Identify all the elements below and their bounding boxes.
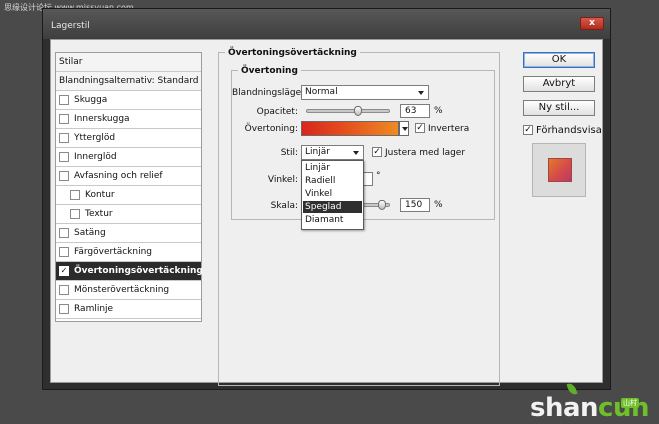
list-item-label: Ytterglöd xyxy=(74,133,116,143)
gradient-label: Övertoning: xyxy=(244,124,298,134)
list-item-label: Mönsterövertäckning xyxy=(74,285,170,295)
reverse-label: Invertera xyxy=(428,124,470,134)
gradient-overlay-group: Övertoningsövertäckning Övertoning Bland… xyxy=(218,48,500,386)
close-button[interactable]: x xyxy=(580,17,604,30)
list-item-ramlinje[interactable]: Ramlinje xyxy=(56,300,201,319)
list-item-label: Kontur xyxy=(85,190,115,200)
style-option-speglad[interactable]: Speglad xyxy=(303,201,362,213)
opacity-input[interactable]: 63 xyxy=(400,104,430,118)
list-item-label: Satäng xyxy=(74,228,106,238)
dialog-title: Lagerstil xyxy=(51,21,90,31)
checkbox[interactable] xyxy=(59,171,69,181)
list-item-label: Färgövertäckning xyxy=(74,247,153,257)
list-item-overtoningsovertackning[interactable]: ✓ Övertoningsövertäckning xyxy=(56,262,203,281)
list-item-label: Skugga xyxy=(74,95,108,105)
checkbox[interactable] xyxy=(59,304,69,314)
list-header-label: Stilar xyxy=(59,57,83,67)
style-option-linjar[interactable]: Linjär xyxy=(303,162,362,174)
preview-swatch xyxy=(548,158,572,182)
style-option-vinkel[interactable]: Vinkel xyxy=(303,188,362,200)
dialog-client: Stilar Blandningsalternativ: Standard Sk… xyxy=(50,39,603,386)
checkbox[interactable] xyxy=(59,285,69,295)
align-checkbox[interactable]: ✓ xyxy=(372,147,382,157)
angle-unit: ° xyxy=(376,171,381,181)
ok-button[interactable]: OK xyxy=(523,52,595,68)
preview-label: Förhandsvisa xyxy=(536,125,602,136)
group-title: Övertoningsövertäckning xyxy=(225,48,360,58)
chevron-down-icon xyxy=(418,91,424,95)
scale-label: Skala: xyxy=(270,201,298,211)
logo-subtext: 山村 xyxy=(621,398,639,408)
opacity-label: Opacitet: xyxy=(256,107,298,117)
list-item-label: Textur xyxy=(85,209,113,219)
preview-checkbox[interactable]: ✓ xyxy=(523,125,533,135)
style-label: Stil: xyxy=(280,148,298,158)
list-item-monsterovertackning[interactable]: Mönsterövertäckning xyxy=(56,281,201,300)
gradient-subgroup: Övertoning Blandningsläge: Normal Opacit… xyxy=(231,66,495,230)
style-select[interactable]: Linjär xyxy=(301,145,364,160)
checkbox[interactable] xyxy=(59,247,69,257)
styles-list: Stilar Blandningsalternativ: Standard Sk… xyxy=(55,52,203,322)
list-item-label: Innerskugga xyxy=(74,114,130,124)
close-icon: x xyxy=(589,18,595,28)
checkbox[interactable] xyxy=(59,228,69,238)
style-dropdown-list: Linjär Radiell Vinkel Speglad Diamant xyxy=(301,160,364,230)
gradient-preview[interactable] xyxy=(301,121,399,136)
angle-label: Vinkel: xyxy=(267,175,298,185)
checkbox[interactable] xyxy=(70,190,80,200)
list-item-innerskugga[interactable]: Innerskugga xyxy=(56,110,201,129)
list-item-ytterglod[interactable]: Ytterglöd xyxy=(56,129,201,148)
checkbox[interactable] xyxy=(70,209,80,219)
list-item-satang[interactable]: Satäng xyxy=(56,224,201,243)
list-item-fargovertackning[interactable]: Färgövertäckning xyxy=(56,243,201,262)
style-preview xyxy=(532,143,586,197)
chevron-down-icon xyxy=(402,127,408,131)
checkbox[interactable] xyxy=(59,152,69,162)
logo-text-shan: shan xyxy=(530,393,599,423)
list-item-avfasning[interactable]: Avfasning och relief xyxy=(56,167,201,186)
list-item-label: Innerglöd xyxy=(74,152,117,162)
blend-mode-select[interactable]: Normal xyxy=(301,85,429,100)
checkbox-checked[interactable]: ✓ xyxy=(59,266,69,276)
align-label: Justera med lager xyxy=(385,148,466,158)
opacity-unit: % xyxy=(434,106,443,116)
list-header-label: Blandningsalternativ: Standard xyxy=(59,76,199,86)
layer-style-dialog: Lagerstil x Stilar Blandningsalternativ:… xyxy=(42,8,611,390)
gradient-dropdown-button[interactable] xyxy=(399,121,409,136)
list-item-innerglod[interactable]: Innerglöd xyxy=(56,148,201,167)
style-value: Linjär xyxy=(305,147,330,157)
list-item-label: Övertoningsövertäckning xyxy=(74,266,203,276)
opacity-slider-track[interactable] xyxy=(306,109,390,113)
list-header-blending[interactable]: Blandningsalternativ: Standard xyxy=(56,72,201,91)
opacity-slider-thumb[interactable] xyxy=(353,106,362,116)
style-option-radiell[interactable]: Radiell xyxy=(303,175,362,187)
scale-input[interactable]: 150 xyxy=(400,198,430,212)
scale-unit: % xyxy=(434,200,443,210)
list-header-styles[interactable]: Stilar xyxy=(56,53,201,72)
list-item-textur[interactable]: Textur xyxy=(56,205,201,224)
list-item-label: Ramlinje xyxy=(74,304,114,314)
scale-slider-thumb[interactable] xyxy=(378,200,387,210)
blend-mode-label: Blandningsläge: xyxy=(232,88,305,98)
checkbox[interactable] xyxy=(59,95,69,105)
style-option-diamant[interactable]: Diamant xyxy=(303,214,362,226)
checkbox[interactable] xyxy=(59,133,69,143)
blend-mode-value: Normal xyxy=(305,87,338,97)
new-style-button[interactable]: Ny stil... xyxy=(523,100,595,116)
list-item-label: Avfasning och relief xyxy=(74,171,163,181)
checkbox[interactable] xyxy=(59,114,69,124)
list-item-kontur[interactable]: Kontur xyxy=(56,186,201,205)
chevron-down-icon xyxy=(353,151,359,155)
list-item-skugga[interactable]: Skugga xyxy=(56,91,201,110)
cancel-button[interactable]: Avbryt xyxy=(523,76,595,92)
subgroup-title: Övertoning xyxy=(238,66,301,76)
title-bar[interactable]: Lagerstil x xyxy=(43,9,610,39)
reverse-checkbox[interactable]: ✓ xyxy=(415,123,425,133)
